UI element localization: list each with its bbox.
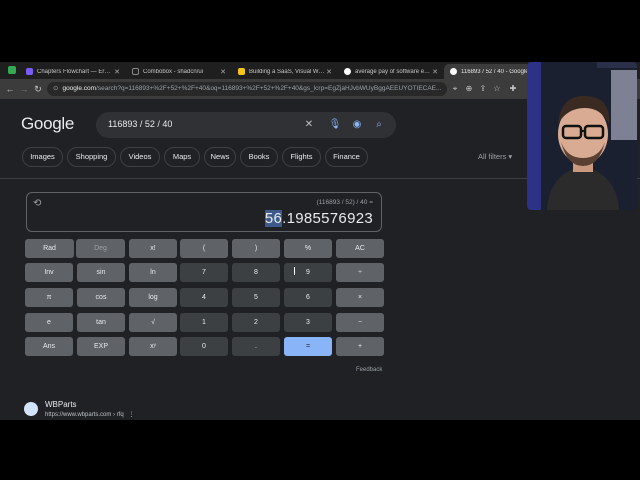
key-inv[interactable]: Inv <box>25 263 73 282</box>
tab-saas[interactable]: Building a SaaS, Visual Work ✕ <box>232 64 338 79</box>
feedback-link[interactable]: Feedback <box>356 367 382 373</box>
key-clear[interactable]: AC <box>336 239 384 258</box>
calculator-expression: (116893 / 52) / 40 = <box>316 199 373 206</box>
clear-icon[interactable]: ✕ <box>302 117 316 133</box>
chip-finance[interactable]: Finance <box>325 147 368 167</box>
key-percent[interactable]: % <box>284 239 332 258</box>
address-bar[interactable]: ⊙ google.com/search?q=116893+%2F+52+%2F+4… <box>47 82 447 96</box>
key-factorial[interactable]: x! <box>129 239 177 258</box>
key-tan[interactable]: tan <box>77 313 125 332</box>
extensions-icon[interactable]: ✚ <box>507 82 519 96</box>
key-sqrt[interactable]: √ <box>129 313 177 332</box>
wbparts-favicon-icon <box>24 402 38 416</box>
bookmark-icon[interactable]: ☆ <box>491 82 503 96</box>
webcam-overlay <box>527 62 637 210</box>
chip-maps[interactable]: Maps <box>164 147 200 167</box>
key-log[interactable]: log <box>129 288 177 307</box>
google-favicon-icon <box>450 68 457 75</box>
close-icon[interactable]: ✕ <box>220 68 226 76</box>
back-icon[interactable]: ← <box>3 82 17 96</box>
new-tab-icon[interactable] <box>8 66 16 74</box>
key-2[interactable]: 2 <box>232 313 280 332</box>
tab-average-pay[interactable]: average pay of software engi ✕ <box>338 64 444 79</box>
forward-icon[interactable]: → <box>17 82 31 96</box>
chip-flights[interactable]: Flights <box>282 147 321 167</box>
key-8[interactable]: 8 <box>232 263 280 282</box>
key-ln[interactable]: ln <box>129 263 177 282</box>
webcam-person-image <box>527 62 637 210</box>
key-rad[interactable]: Rad <box>25 239 74 258</box>
search-icon[interactable]: ⌕ <box>372 117 386 133</box>
search-box[interactable]: 116893 / 52 / 40 ✕ 🎙 ◉ ⌕ <box>96 112 396 138</box>
key-3[interactable]: 3 <box>284 313 332 332</box>
key-add[interactable]: + <box>336 337 384 356</box>
chip-images[interactable]: Images <box>22 147 63 167</box>
calculator-result: 56.1985576923 <box>264 210 373 227</box>
share-icon[interactable]: ⇪ <box>477 82 489 96</box>
key-decimal[interactable]: . <box>232 337 280 356</box>
key-cos[interactable]: cos <box>77 288 125 307</box>
site-info-icon[interactable]: ⊙ <box>53 85 58 92</box>
key-6[interactable]: 6 <box>284 288 332 307</box>
key-4[interactable]: 4 <box>180 288 228 307</box>
key-e[interactable]: e <box>25 313 73 332</box>
calculator-display: ⟲ (116893 / 52) / 40 = 56.1985576923 <box>26 192 382 232</box>
close-icon[interactable]: ✕ <box>432 68 438 76</box>
chip-news[interactable]: News <box>204 147 236 167</box>
tab-eraser[interactable]: Chapters Flowchart — Eraser ✕ <box>20 64 126 79</box>
install-icon[interactable]: ⊕ <box>463 82 475 96</box>
chip-shopping[interactable]: Shopping <box>67 147 116 167</box>
microphone-icon[interactable]: 🎙 <box>328 117 342 133</box>
key-0[interactable]: 0 <box>180 337 228 356</box>
key-5[interactable]: 5 <box>232 288 280 307</box>
key-equals[interactable]: = <box>284 337 332 356</box>
key-divide[interactable]: ÷ <box>336 263 384 282</box>
saas-favicon-icon <box>238 68 245 75</box>
eraser-favicon-icon <box>26 68 33 75</box>
tab-shadcn[interactable]: Combobox - shadcn/ui ✕ <box>126 64 232 79</box>
more-options-icon[interactable]: ⋮ <box>128 412 134 418</box>
history-icon[interactable]: ⟲ <box>33 198 41 209</box>
google-logo[interactable]: Google <box>21 114 74 134</box>
key-ans[interactable]: Ans <box>25 337 73 356</box>
key-7[interactable]: 7 <box>180 263 228 282</box>
close-icon[interactable]: ✕ <box>114 68 120 76</box>
result-title[interactable]: WBParts <box>45 400 77 409</box>
key-sin[interactable]: sin <box>77 263 125 282</box>
reload-icon[interactable]: ↻ <box>31 82 45 96</box>
result-selection[interactable]: 56 <box>264 210 283 227</box>
key-subtract[interactable]: − <box>336 313 384 332</box>
key-multiply[interactable]: × <box>336 288 384 307</box>
key-1[interactable]: 1 <box>180 313 228 332</box>
lens-icon[interactable]: ◉ <box>350 117 364 133</box>
search-input[interactable]: 116893 / 52 / 40 <box>108 119 172 129</box>
key-open-paren[interactable]: ( <box>180 239 228 258</box>
chip-books[interactable]: Books <box>240 147 278 167</box>
all-filters-button[interactable]: All filters ▾ <box>478 152 512 161</box>
key-exp[interactable]: EXP <box>77 337 125 356</box>
chip-videos[interactable]: Videos <box>120 147 160 167</box>
result-url[interactable]: https://www.wbparts.com › rfq ⋮ <box>45 411 134 418</box>
close-icon[interactable]: ✕ <box>326 68 332 76</box>
key-close-paren[interactable]: ) <box>232 239 280 258</box>
text-cursor-icon <box>294 267 299 275</box>
google-favicon-icon <box>344 68 351 75</box>
key-deg[interactable]: Deg <box>76 239 125 258</box>
key-pi[interactable]: π <box>25 288 73 307</box>
shadcn-favicon-icon <box>132 68 139 75</box>
key-power[interactable]: xʸ <box>129 337 177 356</box>
location-icon[interactable]: ⌖ <box>449 82 461 96</box>
key-9[interactable]: 9 <box>284 263 332 282</box>
